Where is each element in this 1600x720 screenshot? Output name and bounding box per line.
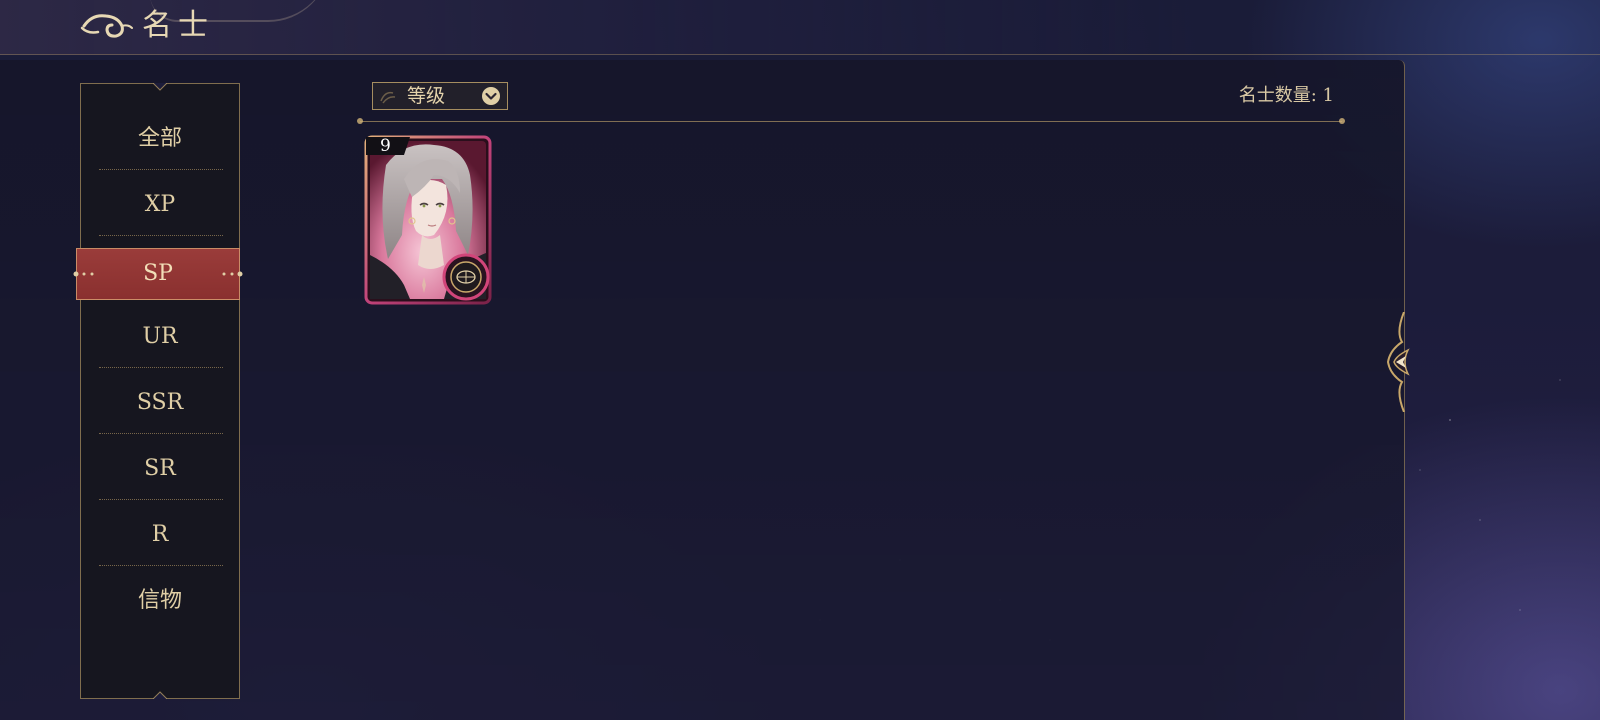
divider-endcap: [1339, 118, 1345, 124]
tab-ur[interactable]: UR: [97, 305, 223, 369]
tab-divider: [99, 499, 223, 500]
tab-sp[interactable]: SP: [73, 248, 243, 300]
tab-token[interactable]: 信物: [97, 569, 223, 633]
tab-divider: [99, 367, 223, 368]
category-sidebar: 全部 XP SP UR SSR SR R 信物: [73, 83, 243, 699]
chevron-down-icon: [482, 87, 500, 105]
tab-all[interactable]: 全部: [97, 107, 223, 171]
cloud-pattern-icon: [380, 91, 396, 104]
sort-dropdown-label: 等级: [407, 85, 446, 107]
divider-endcap: [357, 118, 363, 124]
tab-divider: [99, 433, 223, 434]
tab-divider: [99, 565, 223, 566]
character-card[interactable]: 9: [364, 135, 492, 305]
cloud-swirl-back-icon[interactable]: [78, 6, 134, 44]
tab-divider: [99, 235, 223, 236]
sort-dropdown[interactable]: 等级: [372, 82, 508, 110]
tab-sr[interactable]: SR: [97, 437, 223, 501]
tab-xp[interactable]: XP: [97, 173, 223, 237]
sidebar-notch-decoration: [153, 691, 167, 699]
tab-ornament-left: [73, 271, 94, 277]
screen: 名士 全部 XP SP UR SSR SR R 信物 等级 名士数量: 1 9: [0, 0, 1600, 720]
toolbar-divider: [360, 121, 1342, 122]
tab-divider: [99, 169, 223, 170]
tab-sp-label: SP: [143, 261, 173, 286]
tab-ssr[interactable]: SSR: [97, 371, 223, 435]
hero-count: 名士数量: 1: [1238, 85, 1334, 106]
arrow-left-icon[interactable]: [1382, 312, 1418, 412]
card-level: 9: [380, 136, 391, 156]
character-portrait: [364, 135, 492, 305]
tab-r[interactable]: R: [97, 503, 223, 567]
page-title: 名士: [142, 8, 214, 43]
top-header-bar: [0, 0, 1600, 55]
tab-ornament-right: [222, 271, 243, 277]
sidebar-notch-decoration: [153, 83, 167, 91]
